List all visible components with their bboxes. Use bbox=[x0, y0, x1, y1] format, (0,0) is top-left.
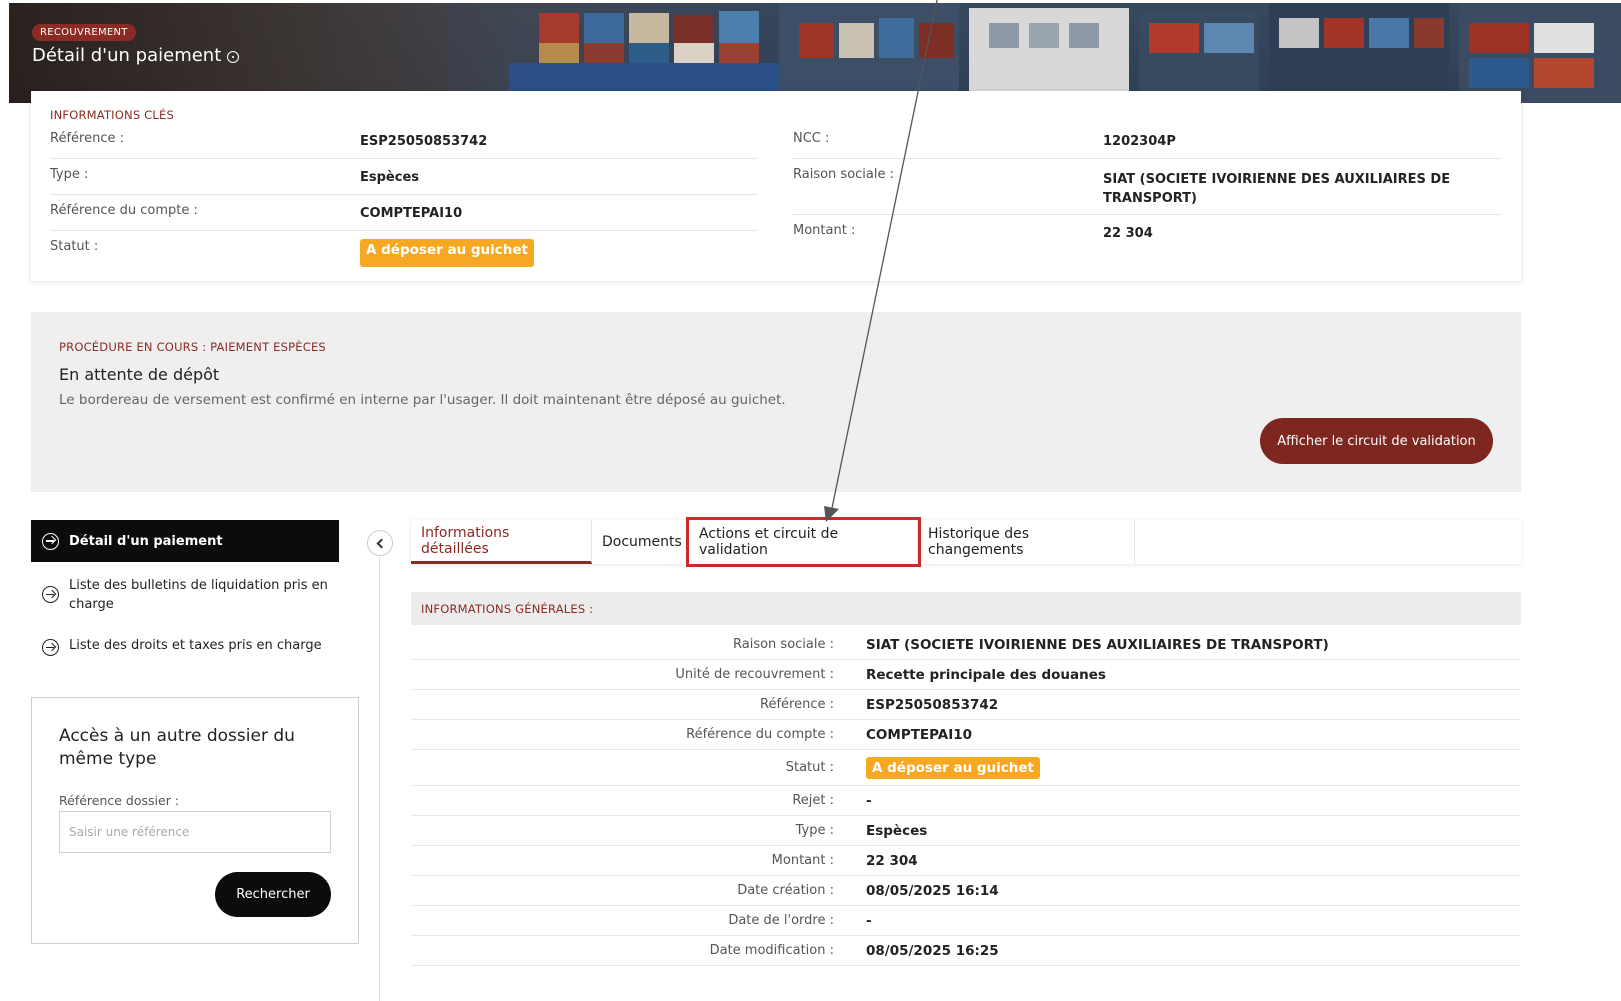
collapse-sidebar-button[interactable] bbox=[367, 530, 393, 556]
row-value: - bbox=[866, 792, 872, 809]
row-label: Référence : bbox=[760, 697, 834, 712]
field-label: Montant : bbox=[793, 223, 856, 238]
field-value: SIAT (SOCIETE IVOIRIENNE DES AUXILIAIRES… bbox=[1103, 172, 1451, 206]
search-button[interactable]: Rechercher bbox=[215, 872, 331, 917]
table-row: Date de l'ordre : - bbox=[411, 906, 1521, 936]
table-row: Montant : 22 304 bbox=[411, 846, 1521, 876]
arrow-right-circle-icon bbox=[42, 532, 59, 550]
procedure-panel: PROCÉDURE EN COURS : PAIEMENT ESPÈCES En… bbox=[31, 312, 1521, 492]
key-info-row: Montant : 22 304 bbox=[793, 223, 1501, 251]
field-label: Référence : bbox=[50, 131, 124, 146]
key-info-row: Raison sociale : SIAT (SOCIETE IVOIRIENN… bbox=[793, 167, 1501, 215]
sidebar-divider bbox=[379, 557, 380, 1001]
detail-tabs: Informations détaillées Documents Action… bbox=[411, 517, 1521, 567]
sidebar-item-duties-taxes[interactable]: Liste des droits et taxes pris en charge bbox=[31, 638, 339, 656]
key-info-row: Référence du compte : COMPTEPAI10 bbox=[50, 203, 758, 231]
row-value: 08/05/2025 16:25 bbox=[866, 942, 999, 959]
status-badge: A déposer au guichet bbox=[866, 756, 1040, 779]
procedure-title: En attente de dépôt bbox=[59, 365, 220, 384]
key-info-row: Référence : ESP25050853742 bbox=[50, 131, 758, 159]
row-value: Espèces bbox=[866, 822, 928, 839]
key-info-card: INFORMATIONS CLÉS Référence : ESP2505085… bbox=[31, 91, 1521, 281]
tab-change-history[interactable]: Historique des changements bbox=[918, 520, 1135, 564]
page-title: Détail d'un paiement bbox=[32, 45, 240, 66]
search-card-title: Accès à un autre dossier du même type bbox=[59, 726, 295, 769]
key-info-row: Type : Espèces bbox=[50, 167, 758, 195]
key-info-row: NCC : 1202304P bbox=[793, 131, 1501, 159]
arrow-right-circle-icon bbox=[42, 639, 59, 656]
table-row: Date création : 08/05/2025 16:14 bbox=[411, 876, 1521, 906]
row-label: Rejet : bbox=[792, 793, 834, 808]
hero-banner: RECOUVREMENT Détail d'un paiement bbox=[9, 3, 1621, 103]
sidebar-item-label: Liste des bulletins de liquidation pris … bbox=[69, 578, 328, 612]
field-label: Statut : bbox=[50, 239, 99, 254]
field-value: 1202304P bbox=[1103, 134, 1176, 149]
field-value: ESP25050853742 bbox=[360, 134, 488, 149]
general-info-title: INFORMATIONS GÉNÉRALES : bbox=[421, 601, 594, 616]
arrow-right-circle-icon bbox=[42, 586, 59, 603]
table-row: Statut : A déposer au guichet bbox=[411, 750, 1521, 786]
page-title-text: Détail d'un paiement bbox=[32, 45, 222, 66]
tab-actions-validation-circuit[interactable]: Actions et circuit de validation bbox=[686, 517, 921, 567]
table-row: Référence du compte : COMPTEPAI10 bbox=[411, 720, 1521, 750]
table-row: Référence : ESP25050853742 bbox=[411, 690, 1521, 720]
row-value: 22 304 bbox=[866, 852, 918, 869]
field-label: Raison sociale : bbox=[793, 167, 894, 182]
file-reference-input[interactable] bbox=[59, 811, 331, 853]
row-label: Référence du compte : bbox=[686, 727, 834, 742]
row-label: Date création : bbox=[737, 883, 834, 898]
row-value: ESP25050853742 bbox=[866, 696, 999, 713]
sidebar-item-label: Détail d'un paiement bbox=[69, 533, 223, 549]
file-reference-label: Référence dossier : bbox=[59, 793, 180, 808]
row-label: Date de l'ordre : bbox=[728, 913, 834, 928]
sidebar-item-payment-detail[interactable]: Détail d'un paiement bbox=[31, 520, 339, 562]
other-file-search-card: Accès à un autre dossier du même type Ré… bbox=[31, 697, 359, 944]
field-value: COMPTEPAI10 bbox=[360, 206, 463, 221]
row-value: COMPTEPAI10 bbox=[866, 726, 973, 743]
table-row: Date modification : 08/05/2025 16:25 bbox=[411, 936, 1521, 966]
sidebar-item-label: Liste des droits et taxes pris en charge bbox=[69, 638, 322, 653]
table-row: Type : Espèces bbox=[411, 816, 1521, 846]
row-value: - bbox=[866, 912, 872, 929]
general-info-header: INFORMATIONS GÉNÉRALES : bbox=[411, 592, 1521, 625]
row-value: 08/05/2025 16:14 bbox=[866, 882, 999, 899]
row-value: Recette principale des douanes bbox=[866, 666, 1106, 683]
field-value: Espèces bbox=[360, 170, 420, 185]
key-info-row: Statut : A déposer au guichet bbox=[50, 239, 758, 267]
show-validation-circuit-button[interactable]: Afficher le circuit de validation bbox=[1260, 418, 1493, 464]
field-value: 22 304 bbox=[1103, 226, 1153, 241]
procedure-description: Le bordereau de versement est confirmé e… bbox=[59, 392, 786, 408]
row-label: Statut : bbox=[785, 760, 834, 775]
tab-detailed-info[interactable]: Informations détaillées bbox=[411, 520, 592, 564]
table-row: Unité de recouvrement : Recette principa… bbox=[411, 660, 1521, 690]
tab-documents[interactable]: Documents bbox=[592, 520, 689, 564]
chevron-left-icon bbox=[376, 538, 387, 548]
row-label: Montant : bbox=[771, 853, 834, 868]
module-badge: RECOUVREMENT bbox=[32, 24, 136, 41]
procedure-label: PROCÉDURE EN COURS : PAIEMENT ESPÈCES bbox=[59, 340, 326, 354]
table-row: Rejet : - bbox=[411, 786, 1521, 816]
key-info-title: INFORMATIONS CLÉS bbox=[50, 108, 174, 122]
status-badge: A déposer au guichet bbox=[360, 239, 534, 267]
row-label: Type : bbox=[795, 823, 834, 838]
port-containers-image bbox=[449, 3, 1621, 103]
row-label: Unité de recouvrement : bbox=[675, 667, 834, 682]
field-label: Référence du compte : bbox=[50, 203, 198, 218]
table-row: Raison sociale : SIAT (SOCIETE IVOIRIENN… bbox=[411, 630, 1521, 660]
sidebar-item-liquidation-bulletins[interactable]: Liste des bulletins de liquidation pris … bbox=[31, 576, 339, 614]
info-icon[interactable] bbox=[227, 51, 240, 63]
row-label: Date modification : bbox=[709, 943, 834, 958]
row-label: Raison sociale : bbox=[733, 637, 834, 652]
field-label: Type : bbox=[50, 167, 89, 182]
row-value: SIAT (SOCIETE IVOIRIENNE DES AUXILIAIRES… bbox=[866, 636, 1329, 653]
field-label: NCC : bbox=[793, 131, 830, 146]
